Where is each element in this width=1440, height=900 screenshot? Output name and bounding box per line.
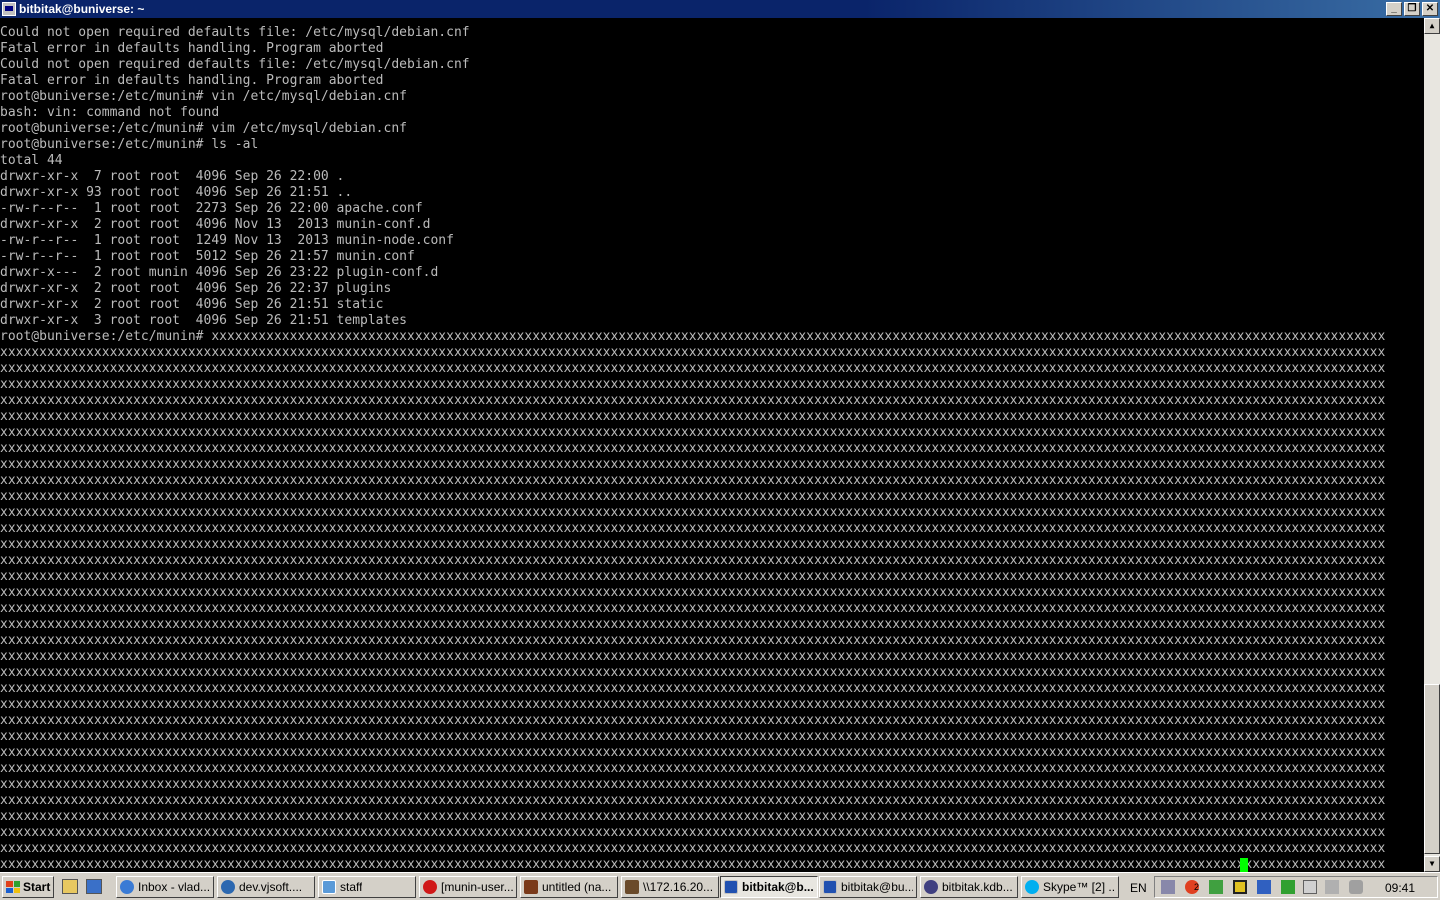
task-button-munin-users[interactable]: [munin-user... — [419, 876, 517, 898]
keepass-icon — [924, 880, 938, 894]
task-button-untitled[interactable]: untitled (na... — [520, 876, 618, 898]
monitor-icon[interactable] — [1161, 880, 1175, 894]
system-tray: 2 09:41 — [1154, 876, 1438, 898]
window-title: bitbitak@buniverse: ~ — [19, 2, 145, 16]
restore-button[interactable]: ❐ — [1404, 2, 1420, 16]
app-icon — [524, 880, 538, 894]
network-icon[interactable] — [1281, 880, 1295, 894]
task-button-keepass[interactable]: bitbitak.kdb... — [920, 876, 1018, 898]
battery-icon[interactable] — [1233, 880, 1247, 894]
notification-badge-icon[interactable]: 2 — [1185, 880, 1199, 894]
task-button-inbox[interactable]: Inbox - vlad... — [116, 876, 214, 898]
task-button-staff[interactable]: staff — [318, 876, 416, 898]
display-icon[interactable] — [1325, 880, 1339, 894]
browser-icon — [120, 880, 134, 894]
chat-icon — [322, 880, 336, 894]
putty-icon — [724, 880, 738, 894]
taskbar: Start Inbox - vlad... dev.vjsoft.... sta… — [0, 872, 1440, 900]
minimize-button[interactable]: _ — [1386, 2, 1402, 16]
start-button[interactable]: Start — [2, 876, 54, 898]
task-button-putty[interactable]: bitbitak@bu... — [819, 876, 917, 898]
mail-icon[interactable] — [1209, 880, 1223, 894]
putty-icon — [2, 2, 16, 16]
task-button-putty-active[interactable]: bitbitak@b... — [720, 876, 818, 898]
windows-logo-icon — [6, 881, 20, 893]
opera-icon — [423, 880, 437, 894]
terminal-area[interactable]: Could not open required defaults file: /… — [0, 18, 1424, 872]
clock[interactable]: 09:41 — [1385, 881, 1415, 895]
volume-icon[interactable] — [1349, 880, 1363, 894]
window-title-bar[interactable]: bitbitak@buniverse: ~ _ ❐ ✕ — [0, 0, 1440, 18]
globe-icon — [221, 880, 235, 894]
scroll-down-arrow-icon[interactable]: ▼ — [1424, 856, 1440, 872]
flag-icon[interactable] — [1303, 880, 1317, 894]
lock-icon[interactable] — [1257, 880, 1271, 894]
task-button-dev[interactable]: dev.vjsoft.... — [217, 876, 315, 898]
scroll-up-arrow-icon[interactable]: ▲ — [1424, 18, 1440, 34]
vertical-scrollbar[interactable]: ▲ ▼ — [1424, 18, 1440, 872]
task-button-skype[interactable]: Skype™ [2] ... — [1021, 876, 1119, 898]
terminal-cursor — [1240, 858, 1248, 872]
skype-icon — [1025, 880, 1039, 894]
terminal-output: Could not open required defaults file: /… — [0, 25, 1386, 872]
task-button-remote-desktop[interactable]: \\172.16.20... — [621, 876, 719, 898]
start-label: Start — [23, 880, 51, 894]
language-indicator[interactable]: EN — [1130, 881, 1147, 895]
remote-desktop-icon — [625, 880, 639, 894]
putty-icon — [823, 880, 837, 894]
desktop-icon[interactable] — [86, 879, 102, 894]
close-button[interactable]: ✕ — [1422, 2, 1438, 16]
folder-icon[interactable] — [62, 879, 78, 894]
scrollbar-thumb[interactable] — [1424, 684, 1440, 854]
